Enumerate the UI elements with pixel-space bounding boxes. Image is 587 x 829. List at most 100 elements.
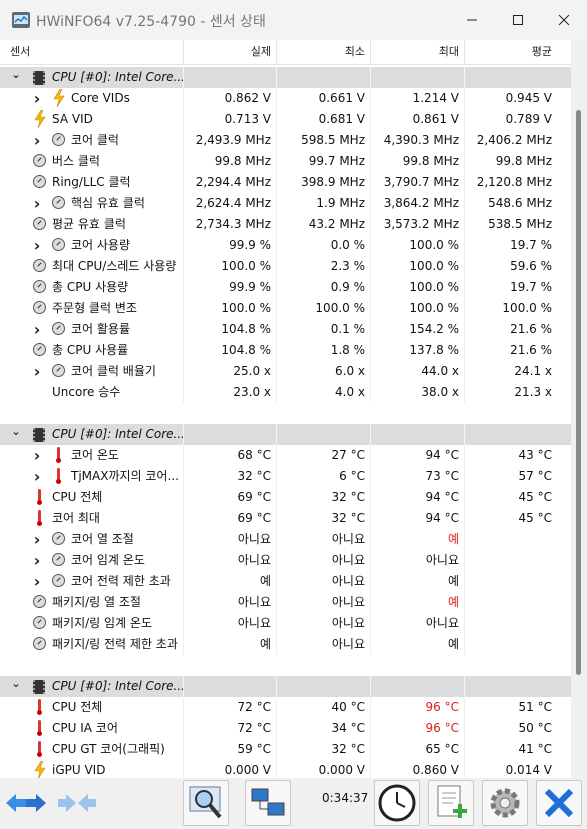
sensor-row[interactable]: › 코어 클럭 2,493.9 MHz 598.5 MHz 4,390.3 MHz 2,4… xyxy=(0,130,571,151)
add-report-button[interactable] xyxy=(428,780,474,826)
expand-arrows-button[interactable] xyxy=(4,790,48,820)
close-sensors-button[interactable] xyxy=(536,780,582,826)
expand-chevron-icon[interactable]: › xyxy=(31,88,43,109)
collapse-arrows-button[interactable] xyxy=(56,790,100,820)
expand-chevron-icon[interactable]: › xyxy=(31,361,43,382)
settings-button[interactable] xyxy=(482,780,528,826)
sensor-row[interactable]: › TjMAX까지의 코어... 32 °C 6 °C 73 °C 57 °C xyxy=(0,466,571,487)
sensor-row[interactable]: › 코어 클럭 배율기 25.0 x 6.0 x 44.0 x 24.1 x xyxy=(0,361,571,382)
sensor-row[interactable]: 패키지/링 임계 온도 아니요 아니요 아니요 xyxy=(0,613,571,634)
gear-icon xyxy=(490,788,520,818)
header-sensor[interactable]: 센서 xyxy=(10,40,30,64)
minimize-button[interactable] xyxy=(449,0,495,40)
value-current: 99.9 % xyxy=(229,238,271,252)
sensor-row[interactable]: › 코어 활용률 104.8 % 0.1 % 154.2 % 21.6 % xyxy=(0,319,571,340)
value-avg: 0.789 V xyxy=(505,112,552,126)
sensor-group-row[interactable]: ⌄ CPU [#0]: Intel Core... xyxy=(0,676,571,697)
collapse-chevron-icon[interactable]: ⌄ xyxy=(10,673,22,694)
sensor-row[interactable]: 패키지/링 전력 제한 초과 예 아니요 예 xyxy=(0,634,571,655)
column-separator xyxy=(464,466,465,487)
sensor-search-button[interactable] xyxy=(183,780,229,826)
sensor-row[interactable]: › 코어 전력 제한 초과 예 아니요 예 xyxy=(0,571,571,592)
column-separator xyxy=(276,130,277,151)
value-min: 아니요 xyxy=(331,616,365,630)
header-current[interactable]: 실제 xyxy=(183,40,271,64)
column-separator xyxy=(183,172,184,193)
header-avg[interactable]: 평균 xyxy=(464,40,552,64)
sensor-row[interactable]: 최대 CPU/스레드 사용량 100.0 % 2.3 % 100.0 % 59.6 % xyxy=(0,256,571,277)
sensor-row[interactable]: CPU 전체 69 °C 32 °C 94 °C 45 °C xyxy=(0,487,571,508)
sensor-row[interactable]: › Core VIDs 0.862 V 0.661 V 1.214 V 0.945 V xyxy=(0,88,571,109)
expand-chevron-icon[interactable]: › xyxy=(31,445,43,466)
value-min: 아니요 xyxy=(331,553,365,567)
sensor-row[interactable]: CPU GT 코어(그래픽) 59 °C 32 °C 65 °C 41 °C xyxy=(0,739,571,760)
sensor-row[interactable]: CPU 전체 72 °C 40 °C 96 °C 51 °C xyxy=(0,697,571,718)
value-current: 0.000 V xyxy=(224,763,271,777)
collapse-chevron-icon[interactable]: ⌄ xyxy=(10,64,22,85)
expand-chevron-icon[interactable]: › xyxy=(31,319,43,340)
maximize-icon xyxy=(513,15,523,25)
clock-button[interactable] xyxy=(374,780,420,826)
sensor-group-row[interactable]: ⌄ CPU [#0]: Intel Core... xyxy=(0,424,571,445)
sensor-row[interactable]: 코어 최대 69 °C 32 °C 94 °C 45 °C xyxy=(0,508,571,529)
sensor-row[interactable]: iGPU VID 0.000 V 0.000 V 0.860 V 0.014 V xyxy=(0,760,571,778)
sensor-row[interactable]: 평균 유효 클럭 2,734.3 MHz 43.2 MHz 3,573.2 MHz 53… xyxy=(0,214,571,235)
column-separator xyxy=(183,235,184,256)
value-min: 32 °C xyxy=(331,490,365,504)
value-current: 예 xyxy=(259,574,271,588)
value-max: 100.0 % xyxy=(409,280,459,294)
sensor-row[interactable]: › 핵심 유효 클럭 2,624.4 MHz 1.9 MHz 3,864.2 MHz 54… xyxy=(0,193,571,214)
column-separator xyxy=(370,466,371,487)
expand-chevron-icon[interactable]: › xyxy=(31,571,43,592)
sensor-label: 코어 활용률 xyxy=(71,322,131,336)
column-separator xyxy=(370,172,371,193)
sensor-group-row[interactable]: ⌄ CPU [#0]: Intel Core... xyxy=(0,67,571,88)
sensor-label: CPU 전체 xyxy=(52,700,103,714)
sensor-row[interactable]: 총 CPU 사용률 104.8 % 1.8 % 137.8 % 21.6 % xyxy=(0,340,571,361)
minimize-icon xyxy=(467,19,477,21)
scrollbar-thumb[interactable] xyxy=(576,110,581,675)
value-avg xyxy=(464,550,557,571)
expand-chevron-icon[interactable]: › xyxy=(31,529,43,550)
gauge-icon xyxy=(52,322,65,335)
value-avg: 100.0 % xyxy=(502,301,552,315)
sensor-row[interactable]: 버스 클럭 99.8 MHz 99.7 MHz 99.8 MHz 99.8 MHz xyxy=(0,151,571,172)
sensor-row[interactable]: › 코어 온도 68 °C 27 °C 94 °C 43 °C xyxy=(0,445,571,466)
value-min: 398.9 MHz xyxy=(301,175,365,189)
value-max: 137.8 % xyxy=(409,343,459,357)
maximize-button[interactable] xyxy=(495,0,541,40)
expand-chevron-icon[interactable]: › xyxy=(31,235,43,256)
column-separator xyxy=(370,760,371,778)
sensor-row[interactable]: CPU IA 코어 72 °C 34 °C 96 °C 50 °C xyxy=(0,718,571,739)
value-max: 94 °C xyxy=(425,490,459,504)
column-separator xyxy=(370,319,371,340)
collapse-chevron-icon[interactable]: ⌄ xyxy=(10,421,22,442)
value-current: 100.0 % xyxy=(221,301,271,315)
expand-chevron-icon[interactable]: › xyxy=(31,466,43,487)
sensor-row[interactable]: Uncore 승수 23.0 x 4.0 x 38.0 x 21.3 x xyxy=(0,382,571,403)
value-min: 1.8 % xyxy=(330,343,365,357)
sensor-row[interactable]: 주문형 클럭 변조 100.0 % 100.0 % 100.0 % 100.0 % xyxy=(0,298,571,319)
network-button[interactable] xyxy=(245,780,291,826)
header-max[interactable]: 최대 xyxy=(370,40,459,64)
column-separator xyxy=(183,550,184,571)
value-avg xyxy=(464,571,557,592)
expand-chevron-icon[interactable]: › xyxy=(31,193,43,214)
column-separator xyxy=(276,487,277,508)
close-window-button[interactable] xyxy=(541,0,587,40)
column-separator xyxy=(370,676,371,697)
value-min: 34 °C xyxy=(331,721,365,735)
sensor-row[interactable]: › 코어 임계 온도 아니요 아니요 아니요 xyxy=(0,550,571,571)
sensor-row[interactable]: › 코어 열 조절 아니요 아니요 예 xyxy=(0,529,571,550)
sensor-row[interactable]: Ring/LLC 클럭 2,294.4 MHz 398.9 MHz 3,790.7 M… xyxy=(0,172,571,193)
header-min[interactable]: 최소 xyxy=(276,40,365,64)
sensor-row[interactable]: › 코어 사용량 99.9 % 0.0 % 100.0 % 19.7 % xyxy=(0,235,571,256)
expand-chevron-icon[interactable]: › xyxy=(31,130,43,151)
vertical-scrollbar[interactable] xyxy=(571,40,587,778)
expand-chevron-icon[interactable]: › xyxy=(31,550,43,571)
sensor-row[interactable]: 패키지/링 열 조절 아니요 아니요 예 xyxy=(0,592,571,613)
sensor-row[interactable]: 총 CPU 사용량 99.9 % 0.9 % 100.0 % 19.7 % xyxy=(0,277,571,298)
sensor-row[interactable]: SA VID 0.713 V 0.681 V 0.861 V 0.789 V xyxy=(0,109,571,130)
value-min: 43.2 MHz xyxy=(308,217,365,231)
gauge-icon xyxy=(52,574,65,587)
